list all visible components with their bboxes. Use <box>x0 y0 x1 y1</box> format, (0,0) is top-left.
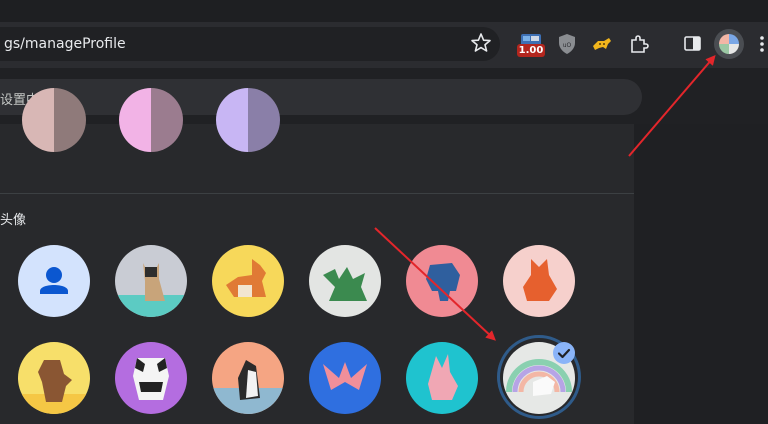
monkey-origami-icon[interactable] <box>18 342 90 414</box>
default-person-icon[interactable] <box>18 245 90 317</box>
shield-icon[interactable]: uO <box>556 32 578 56</box>
panda-origami-icon[interactable] <box>115 342 187 414</box>
right-pane <box>634 124 768 424</box>
extension-badge: 1.00 <box>517 44 545 57</box>
svg-text:uO: uO <box>563 42 572 49</box>
elephant-origami-icon[interactable] <box>406 245 478 317</box>
penguin-origami-icon[interactable] <box>212 342 284 414</box>
theme-swatch-pink[interactable] <box>119 88 183 152</box>
profile-avatar-icon[interactable] <box>719 34 739 54</box>
fox-origami-icon[interactable] <box>503 245 575 317</box>
theme-swatch-purple[interactable] <box>216 88 280 152</box>
star-icon[interactable] <box>470 32 492 54</box>
theme-swatch-rose[interactable] <box>22 88 86 152</box>
side-panel-icon[interactable] <box>682 32 704 56</box>
section-divider <box>0 193 634 194</box>
tab-strip <box>0 0 768 22</box>
address-bar[interactable]: gs/manageProfile <box>0 27 500 61</box>
butterfly-origami-icon[interactable] <box>309 342 381 414</box>
selected-check-icon <box>553 342 575 364</box>
puzzle-icon[interactable] <box>628 32 650 56</box>
corgi-origami-icon[interactable] <box>212 245 284 317</box>
settings-search-input[interactable] <box>0 79 642 115</box>
cheetah-extension-icon[interactable] <box>590 32 614 56</box>
cat-origami-icon[interactable] <box>115 245 187 317</box>
dragon-origami-icon[interactable] <box>309 245 381 317</box>
more-menu-icon[interactable] <box>756 32 768 56</box>
avatar-section-title: 头像 <box>0 213 27 228</box>
rabbit-origami-icon[interactable] <box>406 342 478 414</box>
address-bar-url[interactable]: gs/manageProfile <box>4 36 126 52</box>
